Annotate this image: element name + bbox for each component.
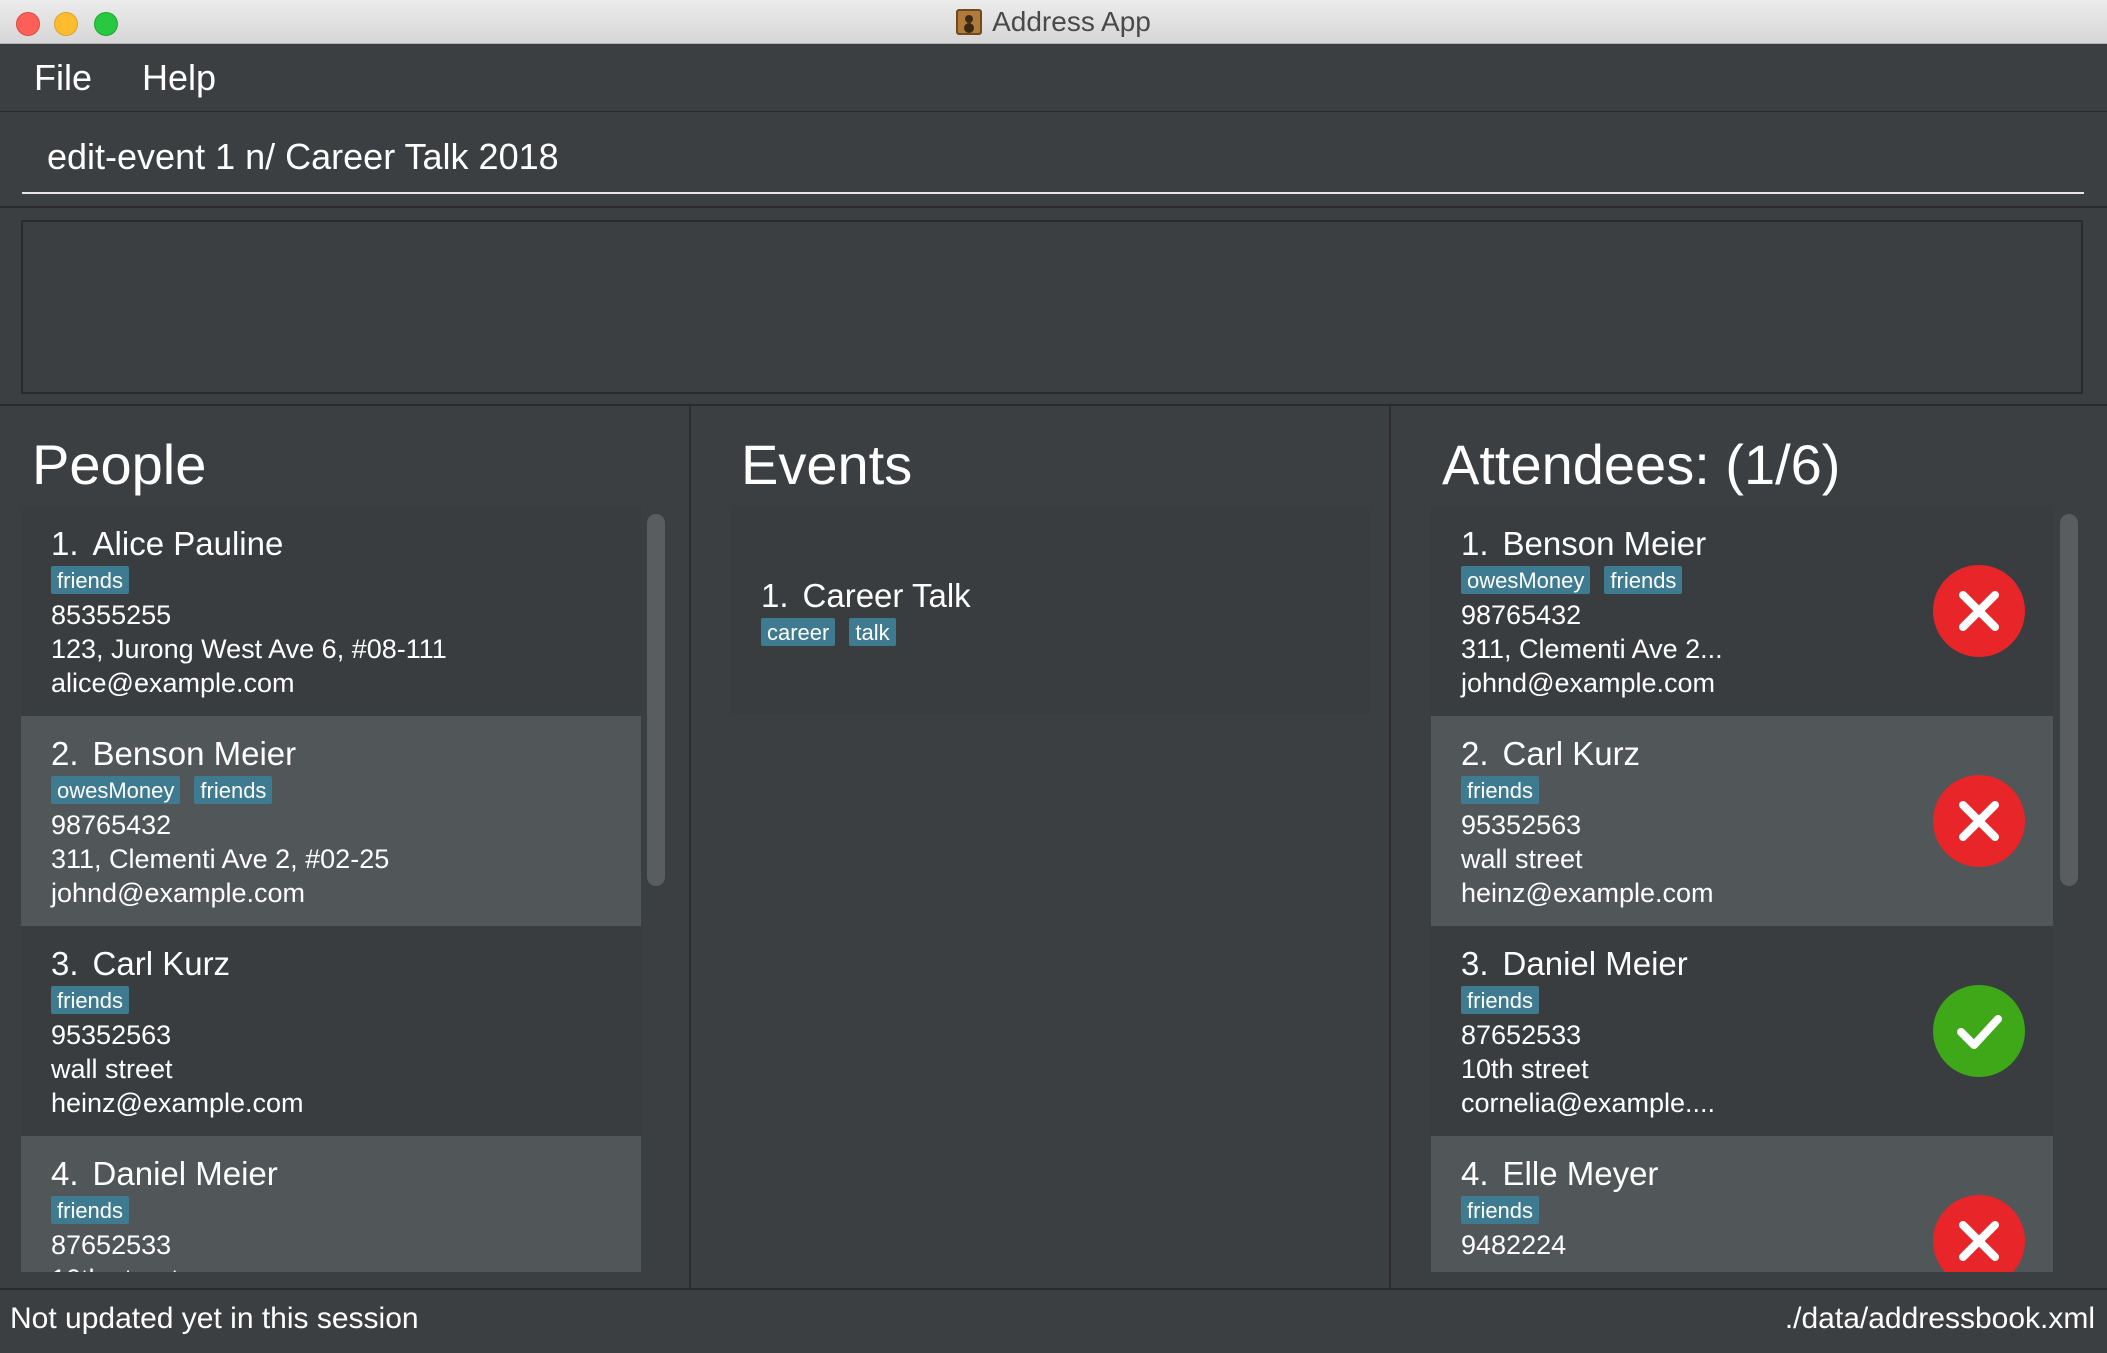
person-address: wall street bbox=[51, 1054, 173, 1084]
tag: career bbox=[761, 618, 836, 646]
save-location: ./data/addressbook.xml bbox=[1784, 1302, 2095, 1335]
event-index: 1. bbox=[761, 577, 789, 614]
tag: friends bbox=[194, 776, 273, 804]
people-panel: People 1. Alice Pauline friends 85355255 … bbox=[0, 406, 691, 1288]
attendee-index: 2. bbox=[1461, 735, 1489, 772]
event-card[interactable]: 1. Career Talk career talk bbox=[731, 506, 1371, 714]
title-bar: Address App bbox=[0, 0, 2107, 44]
attendee-card[interactable]: 3. Daniel Meier friends 87652533 10th str… bbox=[1431, 926, 2053, 1136]
tag: friends bbox=[1461, 1196, 1540, 1224]
attendees-title: Attendees: (1/6) bbox=[1442, 433, 1841, 496]
person-index: 2. bbox=[51, 735, 79, 772]
person-card[interactable]: 3. Carl Kurz friends 95352563 wall street… bbox=[21, 926, 641, 1136]
attendee-name-line: 4. Elle Meyer bbox=[1461, 1154, 2053, 1194]
person-tags: friends bbox=[51, 566, 641, 598]
attendee-card[interactable]: 4. Elle Meyer friends 9482224 bbox=[1431, 1136, 2053, 1272]
attendees-panel: Attendees: (1/6) 1. Benson Meier owesMone… bbox=[1393, 406, 2107, 1288]
menu-help[interactable]: Help bbox=[142, 57, 216, 99]
person-name-line: 1. Alice Pauline bbox=[51, 524, 641, 564]
person-name: Daniel Meier bbox=[92, 1155, 278, 1192]
attendees-scrollbar[interactable] bbox=[2060, 514, 2078, 886]
attendees-list[interactable]: 1. Benson Meier owesMoney friends 9876543… bbox=[1431, 506, 2053, 1272]
app-window: Address App File Help edit-event 1 n/ Ca… bbox=[0, 0, 2107, 1353]
people-list[interactable]: 1. Alice Pauline friends 85355255 123, Ju… bbox=[21, 506, 641, 1272]
main-panels: People 1. Alice Pauline friends 85355255 … bbox=[0, 406, 2107, 1288]
attendee-name: Daniel Meier bbox=[1502, 945, 1688, 982]
title-container: Address App bbox=[0, 0, 2107, 44]
tag: friends bbox=[51, 986, 130, 1014]
person-phone: 85355255 bbox=[51, 600, 172, 630]
address-book-icon bbox=[956, 9, 983, 35]
events-panel: Events 1. Career Talk career talk bbox=[693, 406, 1391, 1288]
tag: owesMoney bbox=[51, 776, 181, 804]
person-email: johnd@example.com bbox=[51, 878, 306, 908]
tag: talk bbox=[849, 618, 896, 646]
sync-status: Not updated yet in this session bbox=[10, 1302, 419, 1335]
person-tags: friends bbox=[51, 1196, 641, 1228]
event-name: Career Talk bbox=[802, 577, 971, 614]
attendee-name-line: 1. Benson Meier bbox=[1461, 524, 2053, 564]
person-index: 4. bbox=[51, 1155, 79, 1192]
events-list[interactable]: 1. Career Talk career talk bbox=[731, 506, 1371, 714]
attendee-index: 1. bbox=[1461, 525, 1489, 562]
person-index: 3. bbox=[51, 945, 79, 982]
people-scrollbar[interactable] bbox=[647, 514, 665, 886]
attendee-name-line: 2. Carl Kurz bbox=[1461, 734, 2053, 774]
tag: friends bbox=[1604, 566, 1683, 594]
cross-icon bbox=[1933, 565, 2025, 657]
person-name: Carl Kurz bbox=[92, 945, 231, 982]
command-box-area: edit-event 1 n/ Career Talk 2018 bbox=[0, 112, 2107, 208]
person-phone: 95352563 bbox=[51, 1020, 172, 1050]
attendee-index: 3. bbox=[1461, 945, 1489, 982]
tag: friends bbox=[51, 566, 130, 594]
result-display-area bbox=[0, 208, 2107, 406]
attendee-card[interactable]: 1. Benson Meier owesMoney friends 9876543… bbox=[1431, 506, 2053, 716]
person-card[interactable]: 2. Benson Meier owesMoney friends 9876543… bbox=[21, 716, 641, 926]
events-title: Events bbox=[741, 433, 913, 496]
attendee-name: Elle Meyer bbox=[1502, 1155, 1659, 1192]
person-name: Benson Meier bbox=[92, 735, 297, 772]
event-name-line: 1. Career Talk bbox=[761, 576, 1371, 616]
attendee-name: Carl Kurz bbox=[1502, 735, 1641, 772]
attendee-card[interactable]: 2. Carl Kurz friends 95352563 wall street… bbox=[1431, 716, 2053, 926]
tag: owesMoney bbox=[1461, 566, 1591, 594]
attendee-email: cornelia@example.... bbox=[1461, 1088, 1716, 1118]
tag: friends bbox=[1461, 986, 1540, 1014]
person-phone: 87652533 bbox=[51, 1230, 172, 1260]
cross-icon bbox=[1933, 775, 2025, 867]
attendee-email: johnd@example.com bbox=[1461, 668, 1716, 698]
person-address: 123, Jurong West Ave 6, #08-111 bbox=[51, 634, 447, 664]
person-name-line: 3. Carl Kurz bbox=[51, 944, 641, 984]
person-email: heinz@example.com bbox=[51, 1088, 304, 1118]
attendee-index: 4. bbox=[1461, 1155, 1489, 1192]
tag: friends bbox=[1461, 776, 1540, 804]
attendee-name-line: 3. Daniel Meier bbox=[1461, 944, 2053, 984]
person-address: 10th street bbox=[51, 1262, 641, 1272]
person-phone: 98765432 bbox=[51, 810, 172, 840]
event-tags: career talk bbox=[761, 618, 1371, 650]
window-title: Address App bbox=[992, 6, 1151, 37]
person-tags: friends bbox=[51, 986, 641, 1018]
person-name-line: 4. Daniel Meier bbox=[51, 1154, 641, 1194]
status-bar: Not updated yet in this session ./data/a… bbox=[0, 1288, 2107, 1353]
person-email: alice@example.com bbox=[51, 668, 295, 698]
command-input[interactable]: edit-event 1 n/ Career Talk 2018 bbox=[22, 122, 2084, 194]
attendee-name: Benson Meier bbox=[1502, 525, 1707, 562]
menu-file[interactable]: File bbox=[34, 57, 92, 99]
result-display[interactable] bbox=[21, 220, 2083, 394]
menu-bar: File Help bbox=[0, 44, 2107, 112]
person-card[interactable]: 1. Alice Pauline friends 85355255 123, Ju… bbox=[21, 506, 641, 716]
person-name: Alice Pauline bbox=[92, 525, 284, 562]
person-address: 311, Clementi Ave 2, #02-25 bbox=[51, 844, 390, 874]
tag: friends bbox=[51, 1196, 130, 1224]
person-card[interactable]: 4. Daniel Meier friends 87652533 10th str… bbox=[21, 1136, 641, 1272]
person-index: 1. bbox=[51, 525, 79, 562]
people-title: People bbox=[32, 433, 207, 496]
person-name-line: 2. Benson Meier bbox=[51, 734, 641, 774]
attendee-email: heinz@example.com bbox=[1461, 878, 1714, 908]
person-tags: owesMoney friends bbox=[51, 776, 641, 808]
check-icon bbox=[1933, 985, 2025, 1077]
